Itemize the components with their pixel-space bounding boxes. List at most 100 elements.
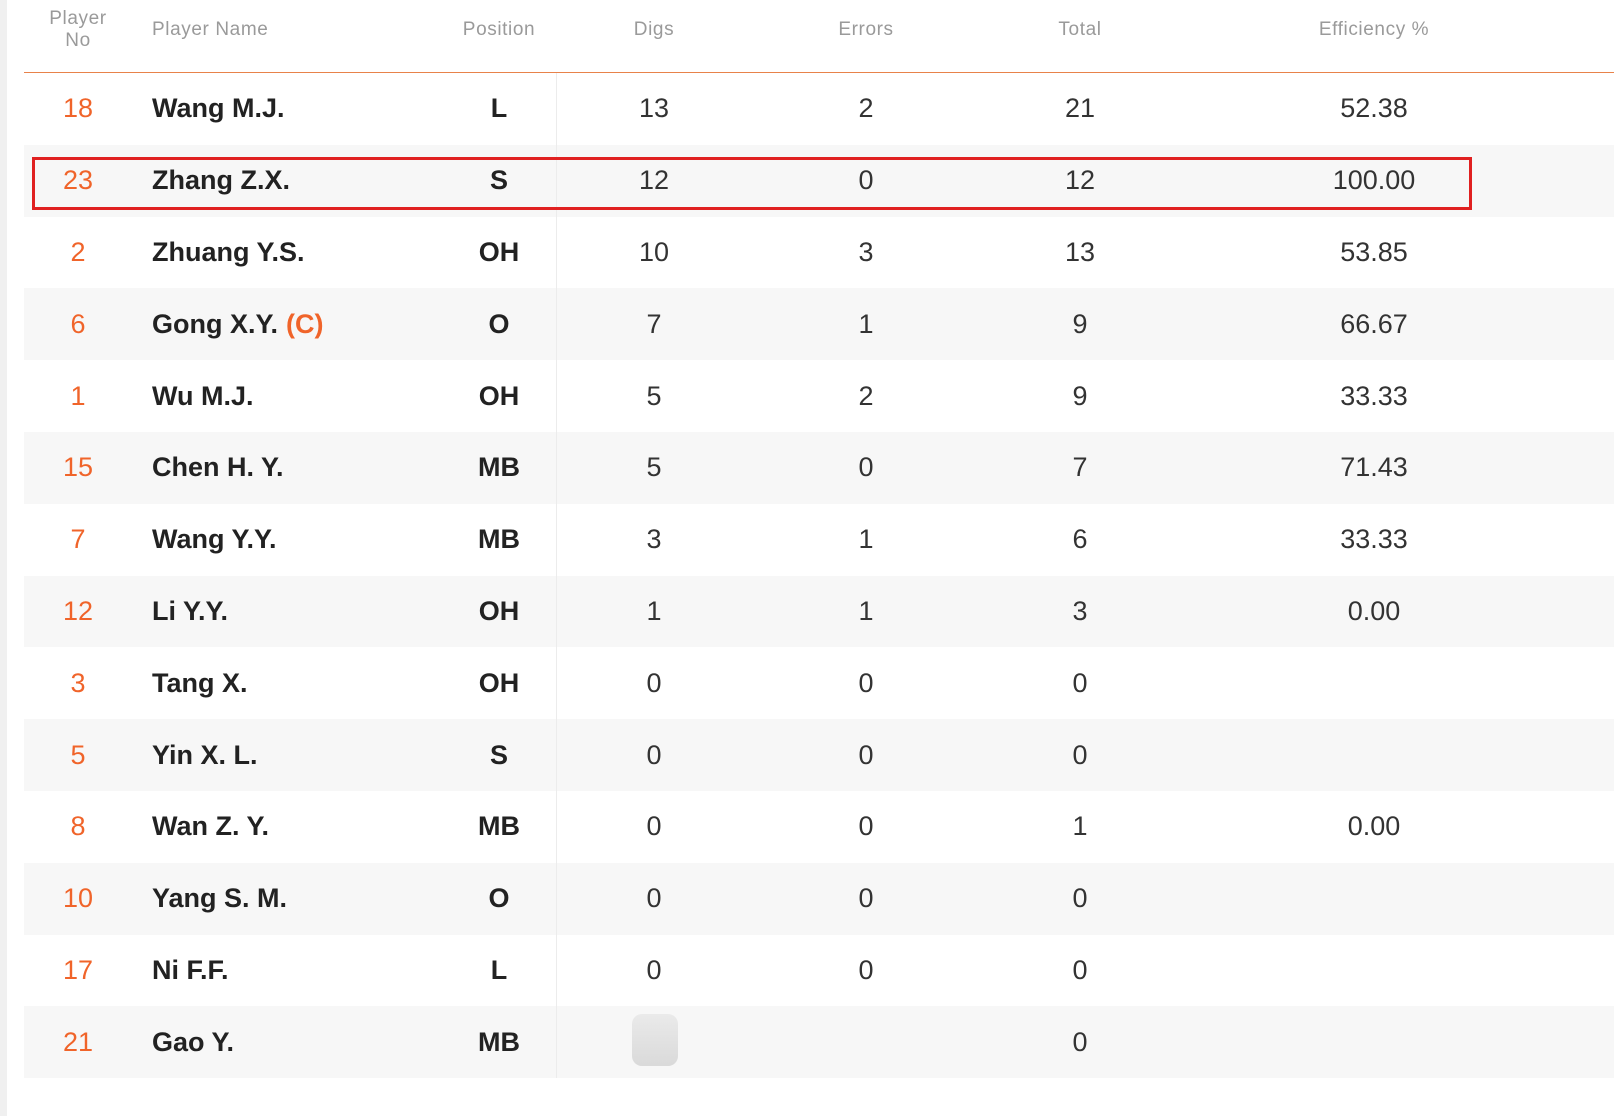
column-divider <box>556 934 557 1007</box>
total-value: 6 <box>1072 524 1088 555</box>
player-name[interactable]: Gong X.Y. <box>152 309 278 340</box>
errors-value <box>796 1006 936 1078</box>
player-number: 5 <box>70 739 86 770</box>
player-position: MB <box>478 811 520 842</box>
column-divider <box>556 575 557 648</box>
errors-value: 2 <box>858 380 874 411</box>
total-value: 0 <box>1072 883 1088 914</box>
column-divider <box>556 360 557 432</box>
player-name[interactable]: Wang M.J. <box>152 93 285 124</box>
table-row[interactable]: 21 Gao Y. MB 0 <box>24 1006 1614 1079</box>
player-position: O <box>488 308 510 339</box>
player-position: OH <box>478 667 520 698</box>
header-errors[interactable]: Errors <box>796 0 936 66</box>
column-divider <box>556 288 557 361</box>
efficiency-value: 100.00 <box>1332 165 1416 196</box>
column-divider <box>556 1006 557 1079</box>
header-player-no-line1: Player <box>49 8 107 29</box>
table-header: Player No Player Name Position Digs Erro… <box>24 0 1614 73</box>
player-number: 12 <box>62 595 94 626</box>
table-row[interactable]: 18 Wang M.J. L 13 2 21 52.38 <box>24 73 1614 145</box>
total-value: 9 <box>1072 380 1088 411</box>
table-row[interactable]: 7 Wang Y.Y. MB 3 1 6 33.33 <box>24 503 1614 576</box>
header-player-no-line2: No <box>65 30 91 51</box>
errors-value: 0 <box>858 954 874 985</box>
errors-value: 0 <box>858 883 874 914</box>
player-name[interactable]: Yin X. L. <box>152 740 258 771</box>
player-name[interactable]: Zhang Z.X. <box>152 165 290 196</box>
errors-value: 2 <box>858 93 874 124</box>
player-position: MB <box>478 452 520 483</box>
column-divider <box>556 73 557 145</box>
column-divider <box>556 144 557 217</box>
table-row[interactable]: 10 Yang S. M. O 0 0 0 <box>24 862 1614 935</box>
player-position: L <box>490 93 508 124</box>
errors-value: 0 <box>858 811 874 842</box>
table-row[interactable]: 8 Wan Z. Y. MB 0 0 1 0.00 <box>24 790 1614 863</box>
column-divider <box>556 862 557 935</box>
errors-value: 1 <box>858 595 874 626</box>
player-number: 17 <box>62 954 94 985</box>
table-row[interactable]: 2 Zhuang Y.S. OH 10 3 13 53.85 <box>24 216 1614 289</box>
efficiency-value: 71.43 <box>1340 452 1408 483</box>
efficiency-value <box>1254 863 1494 935</box>
player-number: 15 <box>62 452 94 483</box>
player-position: O <box>488 883 510 914</box>
table-row[interactable]: 3 Tang X. OH 0 0 0 <box>24 647 1614 720</box>
table-row[interactable]: 15 Chen H. Y. MB 5 0 7 71.43 <box>24 431 1614 504</box>
header-efficiency[interactable]: Efficiency % <box>1254 0 1494 66</box>
errors-value: 3 <box>858 236 874 267</box>
table-row[interactable]: 17 Ni F.F. L 0 0 0 <box>24 934 1614 1007</box>
column-divider <box>556 790 557 863</box>
column-divider <box>556 503 557 576</box>
table-row[interactable]: 5 Yin X. L. S 0 0 0 <box>24 719 1614 791</box>
errors-value: 0 <box>858 739 874 770</box>
digs-value: 5 <box>646 380 662 411</box>
table-row[interactable]: 23 Zhang Z.X. S 12 0 12 100.00 <box>24 144 1614 217</box>
total-value: 13 <box>1064 236 1096 267</box>
player-position: MB <box>478 524 520 555</box>
player-name[interactable]: Li Y.Y. <box>152 596 228 627</box>
total-value: 21 <box>1064 93 1096 124</box>
efficiency-value <box>1254 935 1494 1007</box>
player-name[interactable]: Gao Y. <box>152 1027 234 1058</box>
table-row[interactable]: 1 Wu M.J. OH 5 2 9 33.33 <box>24 360 1614 432</box>
player-name[interactable]: Wu M.J. <box>152 381 254 412</box>
player-name[interactable]: Yang S. M. <box>152 883 287 914</box>
efficiency-value: 52.38 <box>1340 93 1408 124</box>
player-number: 6 <box>70 308 86 339</box>
player-position: S <box>489 165 508 196</box>
header-position[interactable]: Position <box>444 0 554 66</box>
player-position: OH <box>478 595 520 626</box>
digs-value: 0 <box>646 667 662 698</box>
player-name[interactable]: Wang Y.Y. <box>152 524 277 555</box>
total-value: 0 <box>1072 1026 1088 1057</box>
digs-value: 3 <box>646 524 662 555</box>
player-name[interactable]: Tang X. <box>152 668 248 699</box>
player-name[interactable]: Wan Z. Y. <box>152 811 269 842</box>
table-row[interactable]: 6 Gong X.Y. (C) O 7 1 9 66.67 <box>24 288 1614 361</box>
errors-value: 0 <box>858 452 874 483</box>
digs-value <box>584 1006 724 1078</box>
efficiency-value: 0.00 <box>1347 595 1401 626</box>
total-value: 1 <box>1072 811 1088 842</box>
stats-table: Player No Player Name Position Digs Erro… <box>24 0 1614 1079</box>
player-name[interactable]: Zhuang Y.S. <box>152 237 305 268</box>
errors-value: 1 <box>858 308 874 339</box>
header-player-no[interactable]: Player No <box>24 0 132 66</box>
efficiency-value: 66.67 <box>1340 308 1408 339</box>
total-value: 7 <box>1072 452 1088 483</box>
digs-value: 0 <box>646 811 662 842</box>
efficiency-value: 0.00 <box>1347 811 1401 842</box>
player-position: L <box>490 954 508 985</box>
errors-value: 0 <box>858 667 874 698</box>
player-name[interactable]: Ni F.F. <box>152 955 229 986</box>
header-digs[interactable]: Digs <box>584 0 724 66</box>
digs-value: 12 <box>638 165 670 196</box>
digs-value: 10 <box>638 236 670 267</box>
header-total[interactable]: Total <box>1010 0 1150 66</box>
player-number: 21 <box>62 1026 94 1057</box>
player-name[interactable]: Chen H. Y. <box>152 452 284 483</box>
table-row[interactable]: 12 Li Y.Y. OH 1 1 3 0.00 <box>24 575 1614 648</box>
header-player-name[interactable]: Player Name <box>152 0 432 66</box>
